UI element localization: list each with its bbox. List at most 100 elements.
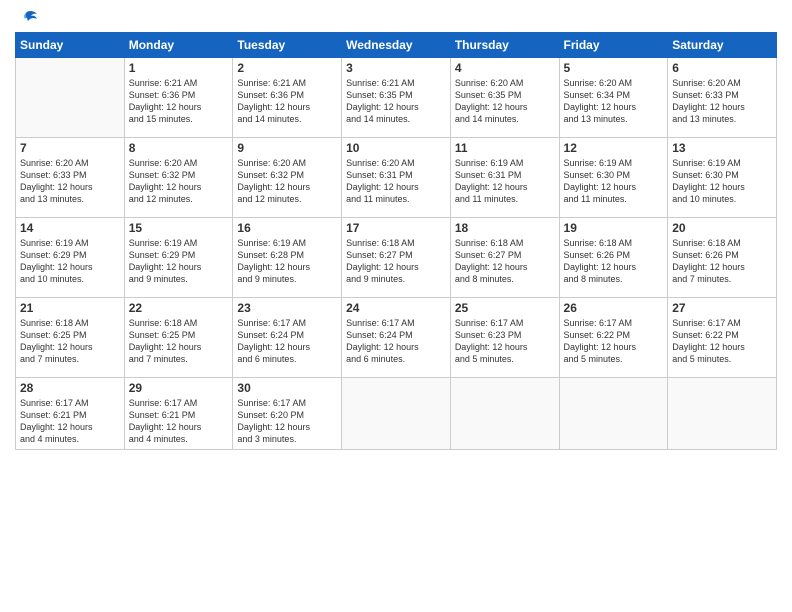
day-info: Sunrise: 6:18 AMSunset: 6:25 PMDaylight:…: [129, 317, 229, 366]
week-row-4: 21 Sunrise: 6:18 AMSunset: 6:25 PMDayligh…: [16, 298, 777, 378]
day-info: Sunrise: 6:20 AMSunset: 6:35 PMDaylight:…: [455, 77, 555, 126]
calendar-cell: 30 Sunrise: 6:17 AMSunset: 6:20 PMDayligh…: [233, 378, 342, 450]
calendar-cell: 29 Sunrise: 6:17 AMSunset: 6:21 PMDayligh…: [124, 378, 233, 450]
day-info: Sunrise: 6:20 AMSunset: 6:31 PMDaylight:…: [346, 157, 446, 206]
weekday-header-monday: Monday: [124, 33, 233, 58]
day-info: Sunrise: 6:21 AMSunset: 6:36 PMDaylight:…: [129, 77, 229, 126]
calendar-cell: 5 Sunrise: 6:20 AMSunset: 6:34 PMDaylight…: [559, 58, 668, 138]
day-number: 24: [346, 301, 446, 315]
calendar-cell: 17 Sunrise: 6:18 AMSunset: 6:27 PMDayligh…: [342, 218, 451, 298]
day-number: 6: [672, 61, 772, 75]
day-info: Sunrise: 6:20 AMSunset: 6:32 PMDaylight:…: [129, 157, 229, 206]
calendar-cell: 9Sunrise: 6:20 AMSunset: 6:32 PMDaylight…: [233, 138, 342, 218]
day-info: Sunrise: 6:17 AMSunset: 6:24 PMDaylight:…: [346, 317, 446, 366]
weekday-header-sunday: Sunday: [16, 33, 125, 58]
day-info: Sunrise: 6:20 AMSunset: 6:33 PMDaylight:…: [20, 157, 120, 206]
calendar-cell: [450, 378, 559, 450]
day-number: 16: [237, 221, 337, 235]
calendar-cell: 26Sunrise: 6:17 AMSunset: 6:22 PMDayligh…: [559, 298, 668, 378]
day-info: Sunrise: 6:19 AMSunset: 6:28 PMDaylight:…: [237, 237, 337, 286]
calendar-cell: 15 Sunrise: 6:19 AMSunset: 6:29 PMDayligh…: [124, 218, 233, 298]
day-info: Sunrise: 6:18 AMSunset: 6:27 PMDaylight:…: [346, 237, 446, 286]
calendar-cell: 16 Sunrise: 6:19 AMSunset: 6:28 PMDayligh…: [233, 218, 342, 298]
week-row-1: 1 Sunrise: 6:21 AMSunset: 6:36 PMDaylight…: [16, 58, 777, 138]
day-number: 4: [455, 61, 555, 75]
calendar-cell: 1 Sunrise: 6:21 AMSunset: 6:36 PMDaylight…: [124, 58, 233, 138]
day-number: 29: [129, 381, 229, 395]
calendar-cell: 4 Sunrise: 6:20 AMSunset: 6:35 PMDaylight…: [450, 58, 559, 138]
day-info: Sunrise: 6:20 AMSunset: 6:34 PMDaylight:…: [564, 77, 664, 126]
weekday-header-tuesday: Tuesday: [233, 33, 342, 58]
calendar-cell: 22 Sunrise: 6:18 AMSunset: 6:25 PMDayligh…: [124, 298, 233, 378]
day-number: 5: [564, 61, 664, 75]
week-row-2: 7 Sunrise: 6:20 AMSunset: 6:33 PMDaylight…: [16, 138, 777, 218]
day-number: 1: [129, 61, 229, 75]
day-info: Sunrise: 6:17 AMSunset: 6:21 PMDaylight:…: [129, 397, 229, 446]
calendar-cell: 3 Sunrise: 6:21 AMSunset: 6:35 PMDaylight…: [342, 58, 451, 138]
day-info: Sunrise: 6:20 AMSunset: 6:33 PMDaylight:…: [672, 77, 772, 126]
day-number: 3: [346, 61, 446, 75]
day-info: Sunrise: 6:17 AMSunset: 6:22 PMDaylight:…: [564, 317, 664, 366]
weekday-header-friday: Friday: [559, 33, 668, 58]
day-info: Sunrise: 6:19 AMSunset: 6:31 PMDaylight:…: [455, 157, 555, 206]
logo-bird-icon: [17, 10, 39, 28]
day-info: Sunrise: 6:19 AMSunset: 6:30 PMDaylight:…: [672, 157, 772, 206]
logo: [15, 10, 39, 24]
calendar-cell: 13 Sunrise: 6:19 AMSunset: 6:30 PMDayligh…: [668, 138, 777, 218]
day-number: 14: [20, 221, 120, 235]
day-number: 10: [346, 141, 446, 155]
weekday-header-row: SundayMondayTuesdayWednesdayThursdayFrid…: [16, 33, 777, 58]
week-row-5: 28 Sunrise: 6:17 AMSunset: 6:21 PMDayligh…: [16, 378, 777, 450]
day-info: Sunrise: 6:17 AMSunset: 6:23 PMDaylight:…: [455, 317, 555, 366]
day-info: Sunrise: 6:18 AMSunset: 6:26 PMDaylight:…: [564, 237, 664, 286]
day-number: 12: [564, 141, 664, 155]
calendar-cell: 12 Sunrise: 6:19 AMSunset: 6:30 PMDayligh…: [559, 138, 668, 218]
calendar-cell: [668, 378, 777, 450]
calendar-cell: 6 Sunrise: 6:20 AMSunset: 6:33 PMDaylight…: [668, 58, 777, 138]
calendar-table: SundayMondayTuesdayWednesdayThursdayFrid…: [15, 32, 777, 450]
calendar-cell: [559, 378, 668, 450]
day-number: 13: [672, 141, 772, 155]
day-number: 30: [237, 381, 337, 395]
calendar-cell: 11 Sunrise: 6:19 AMSunset: 6:31 PMDayligh…: [450, 138, 559, 218]
day-number: 23: [237, 301, 337, 315]
day-info: Sunrise: 6:21 AMSunset: 6:35 PMDaylight:…: [346, 77, 446, 126]
calendar-cell: 25 Sunrise: 6:17 AMSunset: 6:23 PMDayligh…: [450, 298, 559, 378]
day-number: 28: [20, 381, 120, 395]
day-number: 2: [237, 61, 337, 75]
day-info: Sunrise: 6:17 AMSunset: 6:20 PMDaylight:…: [237, 397, 337, 446]
day-number: 22: [129, 301, 229, 315]
day-number: 17: [346, 221, 446, 235]
day-info: Sunrise: 6:19 AMSunset: 6:29 PMDaylight:…: [129, 237, 229, 286]
day-number: 11: [455, 141, 555, 155]
calendar-cell: 23 Sunrise: 6:17 AMSunset: 6:24 PMDayligh…: [233, 298, 342, 378]
calendar-cell: 18Sunrise: 6:18 AMSunset: 6:27 PMDayligh…: [450, 218, 559, 298]
calendar-cell: 20Sunrise: 6:18 AMSunset: 6:26 PMDayligh…: [668, 218, 777, 298]
weekday-header-saturday: Saturday: [668, 33, 777, 58]
calendar-cell: [16, 58, 125, 138]
day-number: 21: [20, 301, 120, 315]
day-number: 27: [672, 301, 772, 315]
day-number: 9: [237, 141, 337, 155]
day-number: 7: [20, 141, 120, 155]
calendar-cell: 19 Sunrise: 6:18 AMSunset: 6:26 PMDayligh…: [559, 218, 668, 298]
day-info: Sunrise: 6:19 AMSunset: 6:30 PMDaylight:…: [564, 157, 664, 206]
calendar-cell: [342, 378, 451, 450]
calendar-cell: 10 Sunrise: 6:20 AMSunset: 6:31 PMDayligh…: [342, 138, 451, 218]
day-info: Sunrise: 6:17 AMSunset: 6:24 PMDaylight:…: [237, 317, 337, 366]
day-number: 19: [564, 221, 664, 235]
day-number: 25: [455, 301, 555, 315]
weekday-header-thursday: Thursday: [450, 33, 559, 58]
calendar-cell: 14Sunrise: 6:19 AMSunset: 6:29 PMDayligh…: [16, 218, 125, 298]
header: [15, 10, 777, 24]
calendar-cell: 7 Sunrise: 6:20 AMSunset: 6:33 PMDaylight…: [16, 138, 125, 218]
calendar-cell: 28 Sunrise: 6:17 AMSunset: 6:21 PMDayligh…: [16, 378, 125, 450]
day-info: Sunrise: 6:21 AMSunset: 6:36 PMDaylight:…: [237, 77, 337, 126]
day-number: 20: [672, 221, 772, 235]
day-number: 8: [129, 141, 229, 155]
day-info: Sunrise: 6:17 AMSunset: 6:21 PMDaylight:…: [20, 397, 120, 446]
day-number: 15: [129, 221, 229, 235]
calendar-cell: 24 Sunrise: 6:17 AMSunset: 6:24 PMDayligh…: [342, 298, 451, 378]
day-info: Sunrise: 6:17 AMSunset: 6:22 PMDaylight:…: [672, 317, 772, 366]
week-row-3: 14 Sunrise: 6:19 AMSunset: 6:29 PMDayligh…: [16, 218, 777, 298]
